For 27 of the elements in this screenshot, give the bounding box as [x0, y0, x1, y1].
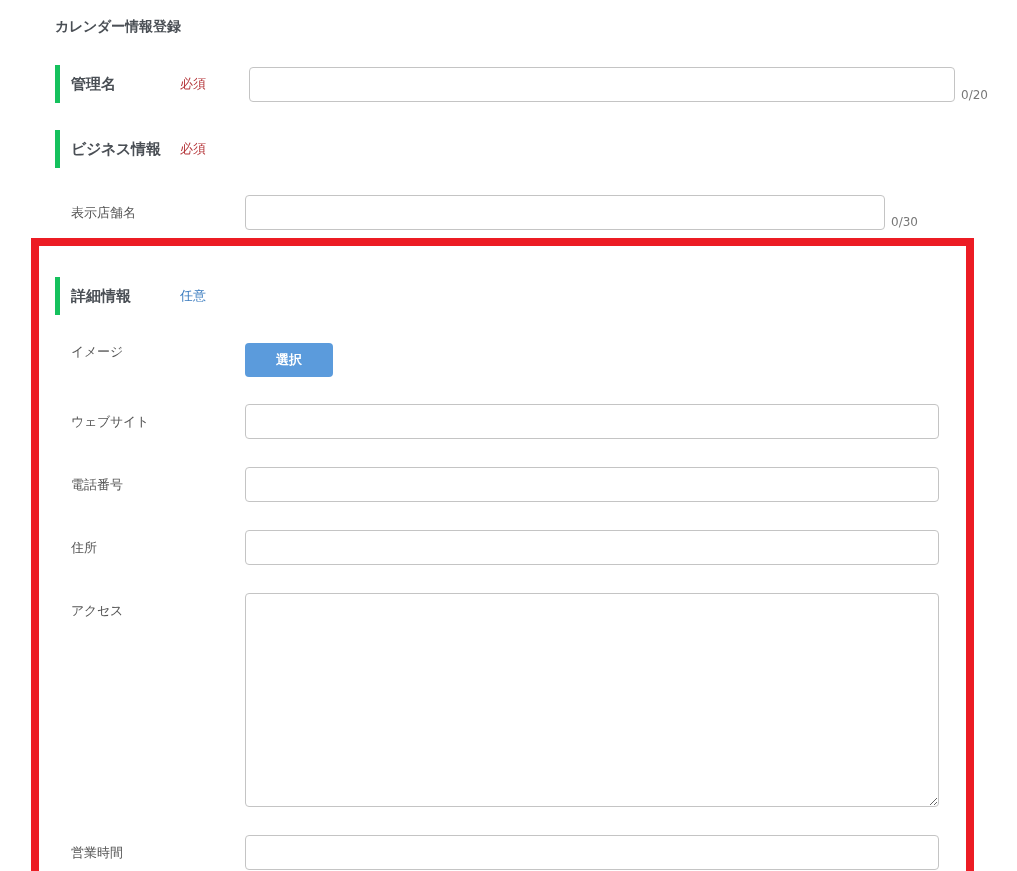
input-field[interactable]	[249, 66, 955, 102]
field-label: 住所	[71, 539, 98, 557]
field-label: 表示店舗名	[71, 204, 137, 222]
field-label: 営業時間	[71, 844, 124, 862]
text-area[interactable]	[245, 593, 939, 807]
input-field[interactable]	[245, 530, 939, 565]
required-tag: 必須	[180, 140, 249, 158]
field-label: イメージ	[71, 343, 124, 361]
section-marker	[55, 277, 60, 315]
field-label: アクセス	[71, 602, 124, 620]
optional-tag: 任意	[180, 287, 249, 305]
input-field[interactable]	[245, 835, 939, 870]
section-heading: 管理名	[71, 74, 117, 94]
section-heading: ビジネス情報	[71, 139, 162, 159]
page-title: カレンダー情報登録	[55, 18, 181, 36]
input-field[interactable]	[245, 195, 885, 230]
input-field[interactable]	[245, 467, 939, 502]
field-label: 電話番号	[71, 476, 124, 494]
char-counter: 0/20	[961, 88, 988, 102]
select-button[interactable]: 選択	[245, 343, 333, 377]
input-field[interactable]	[245, 404, 939, 439]
char-counter: 0/30	[891, 215, 918, 229]
required-tag: 必須	[180, 75, 249, 93]
section-marker	[55, 130, 60, 168]
section-heading: 詳細情報	[71, 286, 132, 306]
section-marker	[55, 65, 60, 103]
field-label: ウェブサイト	[71, 413, 150, 431]
